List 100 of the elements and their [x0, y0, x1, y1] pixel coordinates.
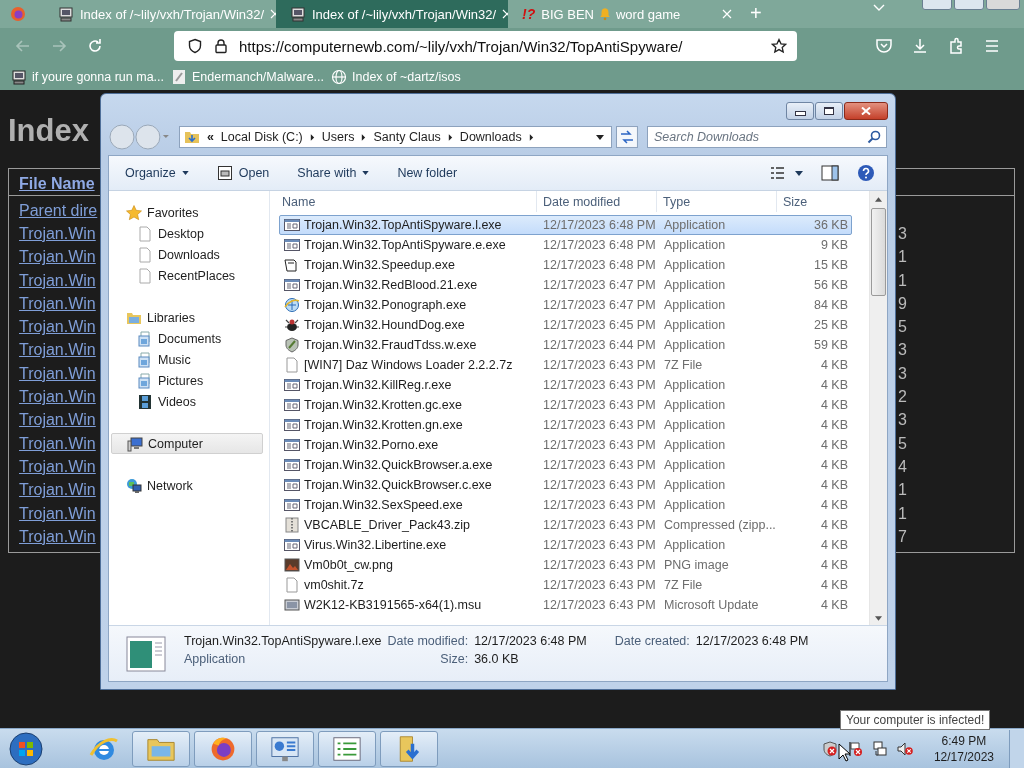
puzzle-icon[interactable]	[947, 37, 965, 55]
file-row[interactable]: Trojan.Win32.TopAntiSpyware.l.exe 12/17/2023 6:48 PM Application 36 KB	[279, 215, 852, 235]
file-row[interactable]: Trojan.Win32.QuickBrowser.a.exe 12/17/2023 6:43 PM Application 4 KB	[279, 455, 852, 475]
nav-item[interactable]: Network	[111, 475, 263, 496]
taskbar-button[interactable]	[256, 730, 314, 767]
caret-icon[interactable]	[528, 133, 534, 141]
nav-item[interactable]: Libraries	[111, 307, 263, 328]
breadcrumb[interactable]: Local Disk (C:)	[220, 130, 303, 144]
caret-icon[interactable]	[447, 133, 453, 141]
file-link[interactable]: Trojan.Win	[19, 318, 96, 337]
start-button[interactable]	[8, 730, 44, 767]
column-header[interactable]: Type	[657, 191, 777, 212]
network-icon[interactable]	[871, 740, 888, 757]
lock-icon[interactable]	[213, 38, 229, 54]
browser-tab[interactable]: Index of /~lily/vxh/Trojan/Win32/	[276, 0, 508, 28]
chevron-down-icon[interactable]	[873, 4, 885, 12]
scroll-down-icon[interactable]	[875, 616, 882, 621]
shield-alert-icon[interactable]	[821, 740, 838, 757]
address-field[interactable]: « Local Disk (C:) Users Santy Claus Downloads	[178, 126, 613, 148]
file-row[interactable]: Trojan.Win32.RedBlood.21.exe 12/17/2023 6:47 PM Application 56 KB	[279, 275, 852, 295]
star-icon[interactable]	[771, 38, 787, 54]
nav-item[interactable]: RecentPlaces	[111, 265, 263, 286]
file-link[interactable]: Trojan.Win	[19, 294, 96, 313]
file-link[interactable]: Parent dire	[19, 201, 98, 220]
column-header[interactable]: Date modified	[537, 191, 657, 212]
file-link[interactable]: Trojan.Win	[19, 271, 96, 290]
close-icon[interactable]	[722, 9, 732, 19]
file-row[interactable]: Vm0b0t_cw.png 12/17/2023 6:43 PM PNG image 4 KB	[279, 555, 852, 575]
volume-muted-icon[interactable]	[896, 740, 913, 757]
file-link[interactable]: Trojan.Win	[19, 504, 96, 523]
file-link[interactable]: Trojan.Win	[19, 388, 96, 406]
maximize-button[interactable]	[815, 102, 843, 120]
file-row[interactable]: Trojan.Win32.SexSpeed.exe 12/17/2023 6:43 PM Application 4 KB	[279, 495, 852, 515]
nav-item[interactable]: Pictures	[111, 370, 263, 391]
column-header[interactable]: Name	[270, 191, 537, 212]
toolbar-button[interactable]: Organize	[118, 162, 196, 184]
view-options-button[interactable]	[769, 165, 805, 181]
file-row[interactable]: Virus.Win32.Libertine.exe 12/17/2023 6:43 PM Application 4 KB	[279, 535, 852, 555]
nav-item[interactable]: Documents	[111, 328, 263, 349]
shield-icon[interactable]	[187, 38, 203, 54]
file-row[interactable]: vm0shit.7z 12/17/2023 6:43 PM 7Z File 4 KB	[279, 575, 852, 595]
close-button[interactable]	[844, 102, 888, 120]
file-row[interactable]: W2K12-KB3191565-x64(1).msu 12/17/2023 6:43 PM Microsoft Update 4 KB	[279, 595, 852, 615]
file-row[interactable]: Trojan.Win32.Porno.exe 12/17/2023 6:43 PM Application 4 KB	[279, 435, 852, 455]
nav-item[interactable]: Desktop	[111, 223, 263, 244]
file-link[interactable]: Trojan.Win	[19, 248, 96, 267]
file-row[interactable]: Trojan.Win32.TopAntiSpyware.e.exe 12/17/2023 6:48 PM Application 9 KB	[279, 235, 852, 255]
file-link[interactable]: Trojan.Win	[19, 481, 96, 500]
caret-icon[interactable]	[361, 133, 367, 141]
file-row[interactable]: Trojan.Win32.FraudTdss.w.exe 12/17/2023 6:44 PM Application 59 KB	[279, 335, 852, 355]
file-link[interactable]: Trojan.Win	[19, 527, 96, 546]
file-row[interactable]: Trojan.Win32.Krotten.gn.exe 12/17/2023 6:43 PM Application 4 KB	[279, 415, 852, 435]
column-header-link[interactable]: File Name	[19, 174, 95, 193]
toolbar-button[interactable]: New folder	[390, 162, 465, 184]
file-row[interactable]: Trojan.Win32.Krotten.gc.exe 12/17/2023 6:43 PM Application 4 KB	[279, 395, 852, 415]
file-row[interactable]: [WIN7] Daz Windows Loader 2.2.2.7z 12/17/2023 6:43 PM 7Z File 4 KB	[279, 355, 852, 375]
nav-item[interactable]: Music	[111, 349, 263, 370]
overflow-chevron[interactable]: «	[206, 130, 214, 144]
breadcrumb[interactable]: Santy Claus	[373, 130, 441, 144]
breadcrumb[interactable]: Downloads	[459, 130, 522, 144]
reload-button[interactable]	[86, 37, 104, 55]
pocket-icon[interactable]	[875, 37, 893, 55]
search-icon[interactable]	[867, 130, 881, 144]
caret-icon[interactable]	[309, 133, 315, 141]
nav-item[interactable]: Downloads	[111, 244, 263, 265]
restore-button[interactable]	[954, 0, 984, 10]
file-link[interactable]: Trojan.Win	[19, 411, 96, 430]
taskbar-button[interactable]	[194, 730, 252, 767]
breadcrumb[interactable]: Users	[321, 130, 355, 144]
file-row[interactable]: Trojan.Win32.Ponograph.exe 12/17/2023 6:47 PM Application 84 KB	[279, 295, 852, 315]
scroll-up-icon[interactable]	[875, 197, 882, 202]
toolbar-button[interactable]: Open	[209, 161, 277, 185]
nav-item[interactable]: Computer	[111, 433, 263, 454]
file-row[interactable]: VBCABLE_Driver_Pack43.zip 12/17/2023 6:43 PM Compressed (zipp... 4 KB	[279, 515, 852, 535]
nav-item[interactable]: Favorites	[111, 202, 263, 223]
dropdown-icon[interactable]	[596, 134, 605, 140]
preview-pane-icon[interactable]	[821, 165, 839, 181]
file-row[interactable]: Trojan.Win32.Speedup.exe 12/17/2023 6:48 PM Application 15 KB	[279, 255, 852, 275]
scrollbar[interactable]	[869, 191, 887, 625]
file-link[interactable]: Trojan.Win	[19, 364, 96, 383]
scrollbar-thumb[interactable]	[871, 208, 886, 296]
search-field[interactable]: Search Downloads	[647, 126, 887, 148]
file-link[interactable]: Trojan.Win	[19, 457, 96, 476]
help-icon[interactable]	[857, 164, 875, 182]
minimize-button[interactable]	[786, 102, 814, 120]
file-link[interactable]: Trojan.Win	[19, 434, 96, 453]
refresh-button[interactable]	[616, 126, 638, 148]
clock[interactable]: 6:49 PM 12/17/2023	[933, 732, 994, 765]
download-icon[interactable]	[911, 37, 929, 55]
flag-icon[interactable]	[846, 740, 863, 757]
file-row[interactable]: Trojan.Win32.KillReg.r.exe 12/17/2023 6:43 PM Application 4 KB	[279, 375, 852, 395]
toolbar-button[interactable]: Share with	[290, 162, 377, 184]
taskbar-button[interactable]	[380, 730, 438, 767]
file-row[interactable]: Trojan.Win32.QuickBrowser.c.exe 12/17/2023 6:43 PM Application 4 KB	[279, 475, 852, 495]
file-row[interactable]: Trojan.Win32.HoundDog.exe 12/17/2023 6:45 PM Application 25 KB	[279, 315, 852, 335]
file-link[interactable]: Trojan.Win	[19, 224, 96, 243]
nav-item[interactable]: Videos	[111, 391, 263, 412]
file-link[interactable]: Trojan.Win	[19, 341, 96, 360]
taskbar-button[interactable]	[318, 730, 376, 767]
address-bar[interactable]: https://computernewb.com/~lily/vxh/Trojan/Win32/TopAntiSpyware/	[174, 31, 797, 61]
